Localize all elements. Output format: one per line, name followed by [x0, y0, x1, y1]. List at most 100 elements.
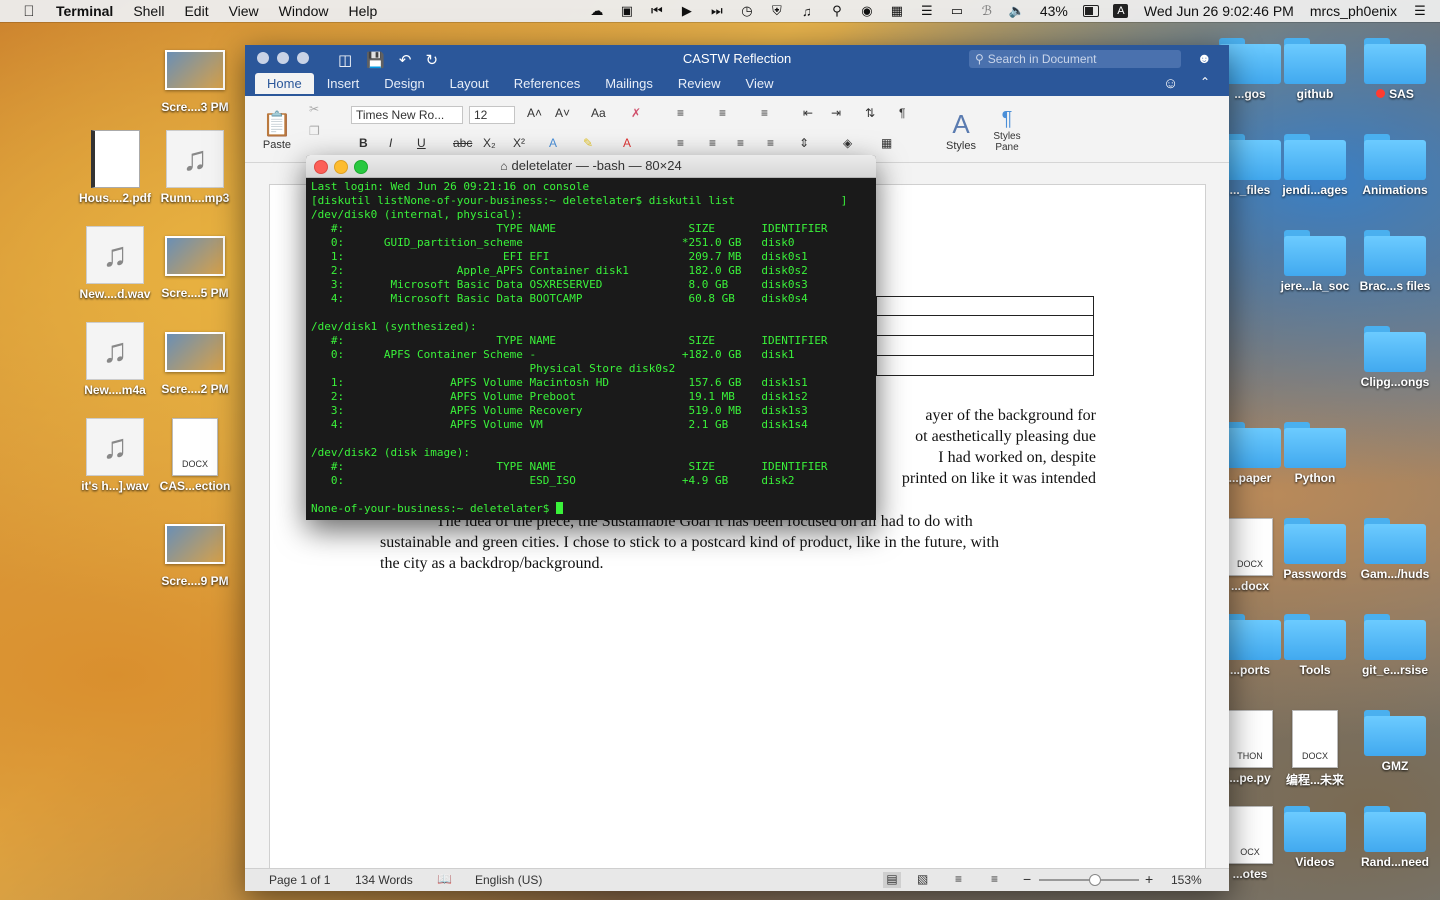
tab-layout[interactable]: Layout [438, 73, 501, 94]
borders-icon[interactable]: ▦ [881, 136, 892, 150]
zoom-slider[interactable] [1039, 874, 1139, 886]
styles-button[interactable]: A Styles [939, 102, 983, 158]
show-formatting-icon[interactable]: ¶ [899, 106, 905, 120]
desktop-icon[interactable]: Tools [1277, 614, 1353, 677]
page-count[interactable]: Page 1 of 1 [269, 873, 330, 887]
volume-icon[interactable]: 🔈 [1009, 3, 1025, 18]
airplay-icon[interactable]: ▭ [949, 3, 965, 18]
zoom-out-icon[interactable]: − [1023, 871, 1031, 887]
notification-icon[interactable]: ▣ [619, 3, 635, 18]
desktop-icon[interactable]: DOCX CAS...ection [157, 418, 233, 493]
desktop-icon[interactable]: Videos [1277, 806, 1353, 869]
time-machine-icon[interactable]: ◷ [739, 3, 755, 18]
change-case-icon[interactable]: Aa [591, 106, 606, 120]
tab-references[interactable]: References [502, 73, 592, 94]
sort-icon[interactable]: ⇅ [865, 106, 875, 120]
menu-app-terminal[interactable]: Terminal [56, 3, 113, 19]
zoom-in-icon[interactable]: + [1145, 871, 1153, 887]
highlight-icon[interactable]: ✎ [583, 136, 593, 150]
terminal-output[interactable]: Last login: Wed Jun 26 09:21:16 on conso… [306, 178, 876, 516]
desktop-icon[interactable]: ♫ New....d.wav [77, 226, 153, 301]
tab-insert[interactable]: Insert [315, 73, 372, 94]
smiley-feedback-icon[interactable]: ☺ [1163, 75, 1178, 92]
document-paragraph-2[interactable]: The idea of the piece, the Sustainable G… [380, 511, 1096, 574]
desktop-icon[interactable]: github [1277, 38, 1353, 101]
line-spacing-icon[interactable]: ⇕ [799, 136, 809, 150]
shading-icon[interactable]: ◈ [843, 136, 852, 150]
collapse-ribbon-icon[interactable]: ⌃ [1200, 75, 1210, 89]
subscript-button[interactable]: X₂ [483, 136, 496, 150]
justify-icon[interactable]: ≡ [767, 136, 774, 150]
tab-design[interactable]: Design [372, 73, 436, 94]
fast-forward-icon[interactable]: ⏭ [709, 3, 725, 18]
bullets-icon[interactable]: ≡ [677, 106, 684, 120]
language[interactable]: English (US) [475, 873, 542, 887]
desktop-icon[interactable]: SAS [1357, 38, 1433, 101]
table-row[interactable] [876, 316, 1094, 336]
menu-edit[interactable]: Edit [184, 3, 208, 19]
web-layout-icon[interactable]: ▧ [917, 872, 928, 886]
cut-icon[interactable]: ✂ [309, 102, 319, 116]
desktop-icon[interactable]: Scre....9 PM [157, 514, 233, 588]
outline-view-icon[interactable]: ≡ [955, 872, 962, 886]
bluetooth-icon[interactable]: ℬ [979, 3, 995, 18]
siri-icon[interactable]: ◉ [859, 3, 875, 18]
desktop-icon[interactable]: ♫ it's h...].wav [77, 418, 153, 493]
word-count[interactable]: 134 Words [355, 873, 413, 887]
desktop-icon[interactable]: ♫ New....m4a [77, 322, 153, 397]
terminal-window[interactable]: ⌂ deletelater — -bash — 80×24 Last login:… [306, 155, 876, 520]
strikethrough-button[interactable]: abc [453, 136, 472, 150]
menu-window[interactable]: Window [279, 3, 329, 19]
play-icon[interactable]: ▶ [679, 3, 695, 18]
menu-shell[interactable]: Shell [133, 3, 164, 19]
tab-home[interactable]: Home [255, 73, 314, 94]
table-row[interactable] [876, 336, 1094, 356]
apple-menu-icon[interactable]:  [20, 3, 38, 20]
desktop-icon[interactable]: Hous....2.pdf [77, 130, 153, 205]
paste-button[interactable]: 📋 Paste [255, 102, 299, 158]
desktop-icon[interactable]: ♫ Runn....mp3 [157, 130, 233, 205]
battery-icon[interactable] [1082, 4, 1099, 18]
font-name-select[interactable]: Times New Ro... [351, 106, 463, 124]
tab-review[interactable]: Review [666, 73, 733, 94]
underline-button[interactable]: U [417, 136, 426, 150]
zoom-button[interactable] [354, 160, 368, 174]
minimize-button[interactable] [334, 160, 348, 174]
multilevel-list-icon[interactable]: ≡ [761, 106, 768, 120]
menu-meter-icon[interactable]: ▦ [889, 3, 905, 18]
desktop-icon[interactable]: git_e...rsise [1357, 614, 1433, 677]
close-button[interactable] [314, 160, 328, 174]
font-color-icon[interactable]: A [623, 136, 631, 150]
desktop-icon[interactable]: jendi...ages [1277, 134, 1353, 197]
decrease-indent-icon[interactable]: ⇤ [803, 106, 813, 120]
menu-clock[interactable]: Wed Jun 26 9:02:46 PM [1144, 3, 1294, 19]
desktop-icon[interactable]: Brac...s files [1357, 230, 1433, 293]
copy-icon[interactable]: ❐ [309, 124, 320, 138]
text-effects-icon[interactable]: A [549, 136, 557, 150]
wifi-icon[interactable]: ☰ [919, 3, 935, 18]
table-row[interactable] [876, 296, 1094, 316]
desktop-icon[interactable]: Scre....2 PM [157, 322, 233, 396]
share-user-icon[interactable]: ☻ [1197, 50, 1212, 66]
table-row[interactable] [876, 356, 1094, 376]
proofing-icon[interactable]: 📖 [437, 872, 452, 886]
font-size-select[interactable]: 12 [469, 106, 515, 124]
desktop-icon[interactable]: DOCX 编程...未来 [1277, 710, 1353, 788]
music-note-icon[interactable]: ♫ [799, 4, 815, 19]
rewind-icon[interactable]: ⏮ [649, 3, 665, 18]
desktop-icon[interactable]: Clipg...ongs [1357, 326, 1433, 389]
desktop-icon[interactable]: jere...la_soc [1277, 230, 1353, 293]
shrink-font-icon[interactable]: A˅ [555, 106, 570, 120]
zoom-level[interactable]: 153% [1171, 873, 1202, 887]
grow-font-icon[interactable]: A˄ [527, 106, 542, 120]
styles-pane-button[interactable]: ¶ Styles Pane [985, 102, 1029, 158]
desktop-icon[interactable]: Python [1277, 422, 1353, 485]
desktop-icon[interactable]: Scre....3 PM [157, 40, 233, 114]
desktop-icon[interactable]: Passwords [1277, 518, 1353, 581]
bold-button[interactable]: B [359, 136, 368, 150]
search-in-document-field[interactable]: ⚲ Search in Document [969, 50, 1181, 68]
superscript-button[interactable]: X² [513, 136, 525, 150]
align-left-icon[interactable]: ≡ [677, 136, 684, 150]
tab-mailings[interactable]: Mailings [593, 73, 665, 94]
menu-view[interactable]: View [229, 3, 259, 19]
